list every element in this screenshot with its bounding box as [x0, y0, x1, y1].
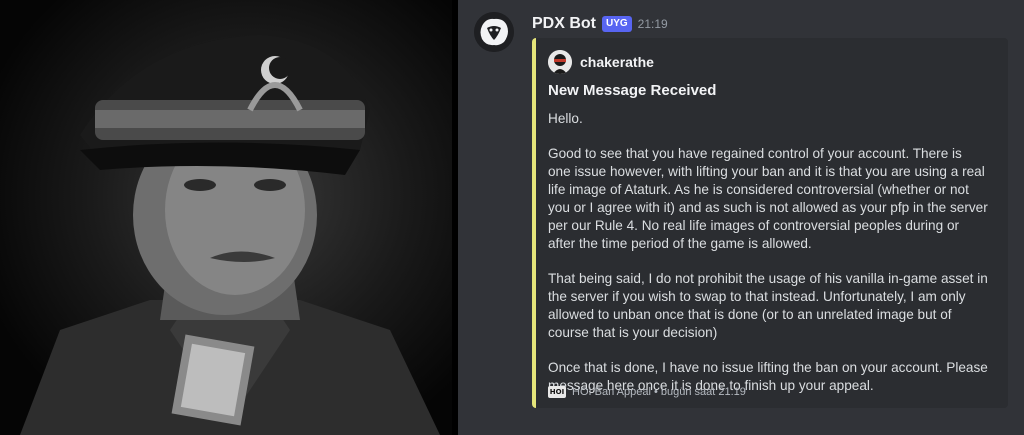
- embed-paragraph: Good to see that you have regained contr…: [548, 146, 988, 251]
- author-avatar-icon[interactable]: [548, 50, 572, 74]
- app-tag-badge: UYG: [602, 16, 632, 32]
- message-header: PDX Bot UYG 21:19: [532, 14, 668, 34]
- message-embed: chakerathe New Message Received Hello. G…: [532, 38, 1008, 408]
- bot-username[interactable]: PDX Bot: [532, 15, 596, 33]
- hoi-icon: HOI: [548, 386, 566, 398]
- embed-description: Hello. Good to see that you have regaine…: [548, 110, 988, 412]
- embed-paragraph: That being said, I do not prohibit the u…: [548, 271, 988, 340]
- embed-paragraph: Hello.: [548, 111, 583, 126]
- embed-footer-text: HOI Ban Appeal • bugün saat 21:19: [572, 386, 746, 398]
- message-timestamp[interactable]: 21:19: [638, 17, 668, 31]
- embed-footer: HOI HOI Ban Appeal • bugün saat 21:19: [548, 386, 746, 398]
- chat-panel: PDX Bot UYG 21:19 chakerathe New Message…: [458, 0, 1024, 435]
- pdx-lion-icon[interactable]: [474, 12, 514, 52]
- embed-author-name[interactable]: chakerathe: [580, 54, 654, 70]
- embed-title: New Message Received: [548, 82, 717, 99]
- embed-author: chakerathe: [548, 50, 654, 74]
- portrait-image: [0, 0, 452, 435]
- portrait-illustration: [20, 35, 440, 435]
